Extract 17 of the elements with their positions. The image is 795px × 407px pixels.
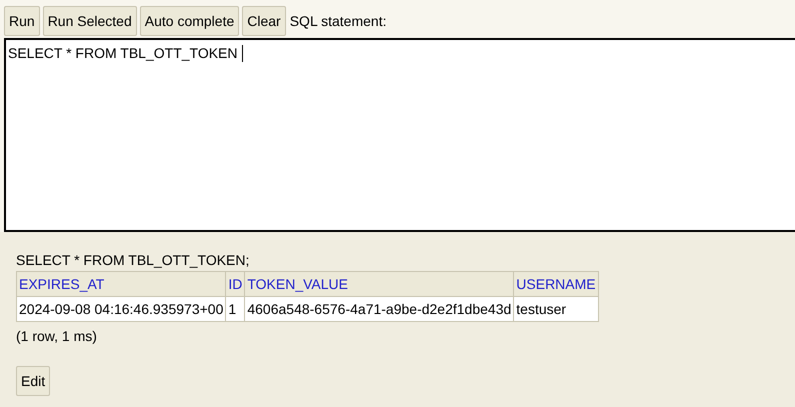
- toolbar-button[interactable]: Run Selected: [42, 6, 137, 36]
- column-header[interactable]: USERNAME: [514, 272, 598, 296]
- sql-editor-field[interactable]: SELECT * FROM TBL_OTT_TOKEN: [4, 38, 795, 232]
- table-cell: testuser: [514, 296, 598, 322]
- toolbar-button[interactable]: Run: [4, 6, 40, 36]
- column-header[interactable]: TOKEN_VALUE: [244, 272, 514, 296]
- edit-button[interactable]: Edit: [16, 366, 50, 396]
- result-summary: (1 row, 1 ms): [16, 328, 97, 344]
- toolbar-button[interactable]: Clear: [242, 6, 286, 36]
- table-cell: 1: [226, 296, 245, 322]
- table-cell: 2024-09-08 04:16:46.935973+00: [16, 296, 226, 322]
- column-header[interactable]: ID: [226, 272, 245, 296]
- sql-statement-label: SQL statement:: [290, 13, 386, 29]
- column-header[interactable]: EXPIRES_AT: [16, 272, 226, 296]
- executed-statement: SELECT * FROM TBL_OTT_TOKEN;: [16, 252, 250, 268]
- table-cell: 4606a548-6576-4a71-a9be-d2e2f1dbe43d: [244, 296, 514, 322]
- toolbar-button[interactable]: Auto complete: [140, 6, 240, 36]
